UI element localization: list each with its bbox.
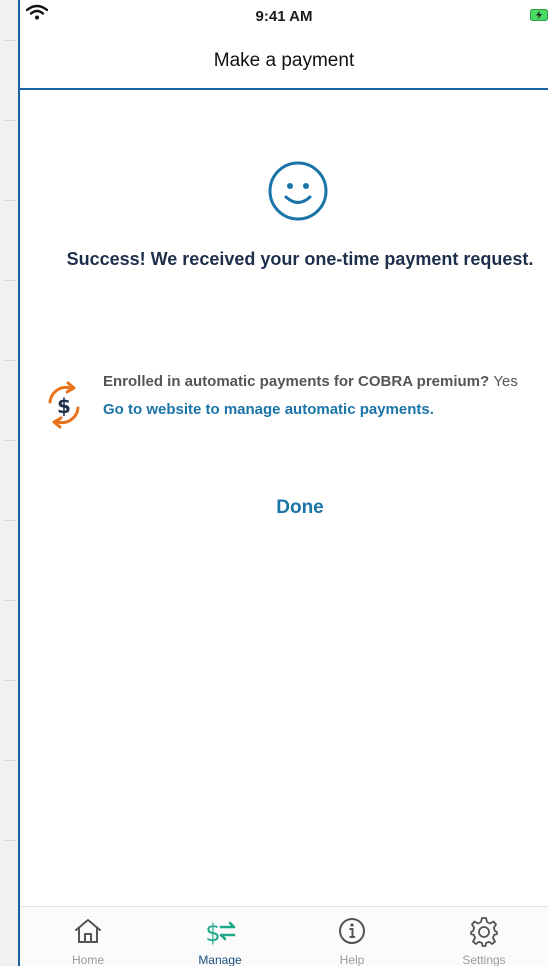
nav-header: Make a payment: [20, 34, 548, 90]
done-button[interactable]: Done: [230, 494, 370, 522]
page-title: Make a payment: [213, 50, 355, 71]
info-icon: [339, 918, 365, 944]
tab-bar: Home $ Manage Help Settings: [20, 906, 548, 966]
left-gutter: [0, 0, 20, 966]
battery-icon: [530, 9, 548, 21]
tab-manage[interactable]: $ Manage: [160, 907, 280, 966]
home-icon: [75, 919, 101, 943]
tab-settings-label: Settings: [462, 953, 506, 966]
autopay-status: Enrolled in automatic payments for COBRA…: [103, 372, 543, 392]
status-bar: 9:41 AM: [20, 0, 548, 34]
status-time: 9:41 AM: [255, 8, 313, 25]
tab-manage-label: Manage: [198, 953, 242, 966]
svg-text:$: $: [57, 394, 71, 418]
autopay-question: Enrolled in automatic payments for COBRA…: [103, 373, 490, 390]
autopay-dollar-icon: $: [48, 381, 80, 429]
gutter-border: [18, 0, 20, 966]
svg-text:$: $: [205, 919, 220, 947]
manage-payments-icon: $: [205, 919, 236, 947]
smiley-icon: [268, 161, 328, 221]
gear-icon: [470, 917, 498, 947]
autopay-answer: Yes: [493, 373, 518, 390]
tab-home-label: Home: [71, 953, 104, 966]
success-message: Success! We received your one-time payme…: [66, 249, 534, 269]
autopay-section: Enrolled in automatic payments for COBRA…: [103, 372, 543, 420]
app-screen: 9:41 AM Make a payment Success! We recei…: [0, 0, 548, 966]
tab-help[interactable]: Help: [292, 907, 412, 966]
tab-settings[interactable]: Settings: [424, 907, 544, 966]
tab-home[interactable]: Home: [28, 907, 148, 966]
manage-autopay-link[interactable]: Go to website to manage automatic paymen…: [103, 400, 543, 420]
tab-help-label: Help: [339, 953, 365, 966]
